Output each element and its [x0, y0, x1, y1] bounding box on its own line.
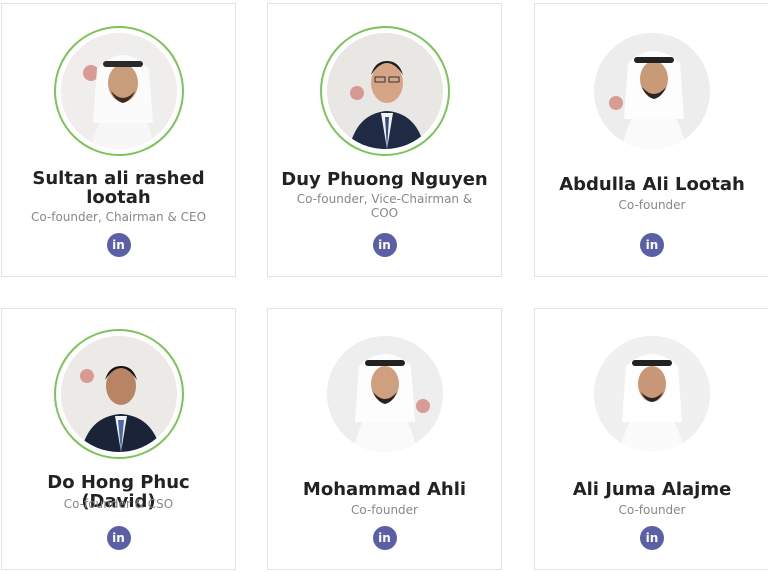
member-name: Abdulla Ali Lootah	[559, 174, 745, 195]
photo-ring	[587, 26, 717, 156]
team-card: Abdulla Ali Lootah Co-founder in	[534, 3, 768, 277]
team-card: Sultan ali rashed lootah Co-founder, Cha…	[1, 3, 236, 277]
team-card: Ali Juma Alajme Co-founder in	[534, 308, 768, 570]
photo-ring	[53, 26, 184, 156]
linkedin-icon[interactable]: in	[640, 233, 664, 257]
member-role: Co-founder	[618, 503, 686, 517]
linkedin-icon[interactable]: in	[640, 526, 664, 550]
linkedin-icon[interactable]: in	[372, 233, 397, 257]
team-card: Mohammad Ahli Co-founder in	[267, 308, 502, 570]
member-photo	[594, 336, 710, 452]
photo-ring	[53, 329, 184, 459]
member-photo	[60, 336, 177, 452]
photo-ring	[319, 26, 450, 156]
team-card: Duy Phuong Nguyen Co-founder, Vice-Chair…	[267, 3, 502, 277]
member-role: Co-founder	[618, 198, 686, 212]
member-name: Mohammad Ahli	[302, 479, 467, 500]
member-role: Co-founder	[351, 503, 418, 517]
photo-ring	[587, 329, 717, 459]
member-role: Co-founder, Chairman & CEO	[30, 210, 207, 224]
team-card: Do Hong Phuc (David) Co-founder & CSO in	[1, 308, 236, 570]
photo-ring	[320, 329, 450, 459]
member-name: Duy Phuong Nguyen	[281, 169, 488, 190]
member-role: Co-founder & CSO	[63, 497, 174, 511]
member-name: Ali Juma Alajme	[572, 479, 732, 500]
member-photo	[326, 336, 443, 452]
member-photo	[326, 33, 443, 149]
member-name: Sultan ali rashed lootah	[32, 168, 205, 208]
member-photo	[594, 33, 710, 149]
linkedin-icon[interactable]: in	[372, 526, 397, 550]
linkedin-icon[interactable]: in	[106, 233, 131, 257]
linkedin-icon[interactable]: in	[106, 526, 131, 550]
member-photo	[60, 33, 177, 149]
member-role: Co-founder, Vice-Chairman & COO	[296, 192, 473, 220]
